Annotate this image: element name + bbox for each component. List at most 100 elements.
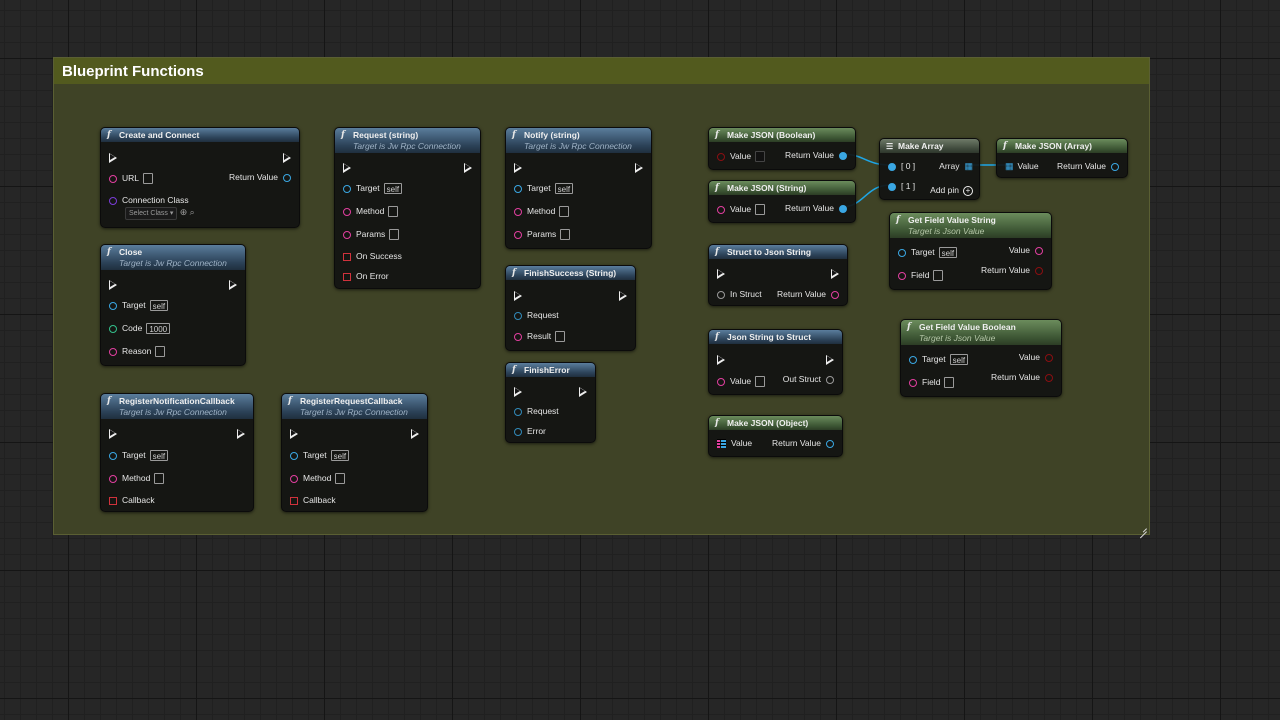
node-request-string[interactable]: f Request (string) Target is Jw Rpc Connec… <box>334 127 481 289</box>
resize-handle-icon[interactable] <box>1137 522 1147 532</box>
params-pin[interactable] <box>343 230 351 239</box>
out-struct-pin[interactable] <box>826 375 834 384</box>
exec-in-pin[interactable] <box>109 279 117 290</box>
field-pin[interactable] <box>909 378 917 387</box>
exec-in-pin[interactable] <box>109 428 117 439</box>
in-struct-pin[interactable] <box>717 290 725 299</box>
return-value-pin[interactable] <box>839 151 847 160</box>
target-pin[interactable] <box>109 451 117 460</box>
url-pin[interactable] <box>109 174 117 183</box>
node-notify-string[interactable]: f Notify (string) Target is Jw Rpc Connect… <box>505 127 652 249</box>
method-pin[interactable] <box>343 207 351 216</box>
target-input[interactable]: self <box>554 183 574 195</box>
exec-out-pin[interactable] <box>635 162 643 173</box>
array-pin-icon[interactable]: ▦ <box>964 161 973 171</box>
exec-in-pin[interactable] <box>717 268 725 279</box>
target-input[interactable]: self <box>938 247 958 259</box>
field-input[interactable] <box>944 377 955 389</box>
node-struct-to-json-string[interactable]: f Struct to Json String In Struct Return … <box>708 244 848 306</box>
use-selected-icon[interactable]: ⊕ <box>180 207 188 217</box>
browse-search-icon[interactable]: ⌕ <box>190 207 195 217</box>
node-make-array[interactable]: ☰ Make Array [ 0 ] Array ▦ [ 1 ] Add pin + <box>879 138 980 200</box>
value-pin[interactable] <box>717 377 725 386</box>
target-input[interactable]: self <box>949 354 969 366</box>
exec-out-pin[interactable] <box>619 290 627 301</box>
params-input[interactable] <box>389 229 400 241</box>
request-pin[interactable] <box>514 407 522 416</box>
exec-in-pin[interactable] <box>514 386 522 397</box>
node-register-request-callback[interactable]: f RegisterRequestCallback Target is Jw Rpc… <box>281 393 428 512</box>
node-make-json-boolean[interactable]: f Make JSON (Boolean) Value Return Value <box>708 127 856 170</box>
target-input[interactable]: self <box>330 450 350 462</box>
reason-input[interactable] <box>155 346 166 358</box>
exec-out-pin[interactable] <box>579 386 587 397</box>
target-pin[interactable] <box>898 248 906 257</box>
method-input[interactable] <box>388 206 399 218</box>
node-get-field-value-string[interactable]: f Get Field Value String Target is Json Va… <box>889 212 1052 290</box>
target-input[interactable]: self <box>149 450 169 462</box>
map-pin-icon[interactable] <box>717 439 726 449</box>
array-pin-icon[interactable]: ▦ <box>1005 161 1014 171</box>
node-get-field-value-boolean[interactable]: f Get Field Value Boolean Target is Json V… <box>900 319 1062 397</box>
node-finish-error[interactable]: f FinishError Request Error <box>505 362 596 443</box>
callback-pin[interactable] <box>109 496 117 505</box>
comment-header[interactable]: Blueprint Functions <box>54 58 1149 84</box>
url-input[interactable] <box>143 173 154 185</box>
node-make-json-object[interactable]: f Make JSON (Object) Value Return Value <box>708 415 843 457</box>
method-input[interactable] <box>559 206 570 218</box>
params-input[interactable] <box>560 229 571 241</box>
return-value-pin[interactable] <box>831 290 839 299</box>
error-pin[interactable] <box>514 427 522 436</box>
node-register-notification-callback[interactable]: f RegisterNotificationCallback Target is J… <box>100 393 254 512</box>
value-out-pin[interactable] <box>1035 246 1043 255</box>
method-input[interactable] <box>154 473 165 485</box>
node-close[interactable]: f Close Target is Jw Rpc Connection Target… <box>100 244 246 366</box>
select-class-dropdown[interactable]: Select Class ▾ <box>125 207 178 220</box>
exec-out-pin[interactable] <box>464 162 472 173</box>
node-make-json-string[interactable]: f Make JSON (String) Value Return Value <box>708 180 856 223</box>
add-pin-icon[interactable]: + <box>963 185 973 196</box>
value-checkbox[interactable] <box>755 151 766 163</box>
return-value-pin[interactable] <box>1045 373 1053 382</box>
return-value-pin[interactable] <box>1035 266 1043 275</box>
result-pin[interactable] <box>514 332 522 341</box>
return-value-pin[interactable] <box>1111 162 1119 171</box>
params-pin[interactable] <box>514 230 522 239</box>
exec-in-pin[interactable] <box>514 162 522 173</box>
node-make-json-array[interactable]: f Make JSON (Array) ▦ Value Return Value <box>996 138 1128 178</box>
method-input[interactable] <box>335 473 346 485</box>
return-value-pin[interactable] <box>839 204 847 213</box>
callback-pin[interactable] <box>290 496 298 505</box>
exec-in-pin[interactable] <box>290 428 298 439</box>
method-pin[interactable] <box>109 474 117 483</box>
target-pin[interactable] <box>290 451 298 460</box>
connection-class-pin[interactable] <box>109 196 117 205</box>
target-pin[interactable] <box>514 184 522 193</box>
exec-in-pin[interactable] <box>514 290 522 301</box>
exec-out-pin[interactable] <box>237 428 245 439</box>
exec-out-pin[interactable] <box>831 268 839 279</box>
code-pin[interactable] <box>109 324 117 333</box>
field-pin[interactable] <box>898 271 906 280</box>
exec-in-pin[interactable] <box>717 354 725 365</box>
target-pin[interactable] <box>909 355 917 364</box>
target-pin[interactable] <box>343 184 351 193</box>
exec-in-pin[interactable] <box>109 152 117 163</box>
method-pin[interactable] <box>290 474 298 483</box>
reason-pin[interactable] <box>109 347 117 356</box>
on-success-pin[interactable] <box>343 252 351 261</box>
value-input[interactable] <box>755 204 766 216</box>
return-value-pin[interactable] <box>826 439 834 448</box>
code-input[interactable]: 1000 <box>146 323 171 335</box>
exec-out-pin[interactable] <box>229 279 237 290</box>
exec-out-pin[interactable] <box>283 152 291 163</box>
value-pin[interactable] <box>717 152 725 161</box>
index1-pin[interactable] <box>888 182 896 191</box>
result-input[interactable] <box>555 331 566 343</box>
return-value-pin[interactable] <box>283 173 291 182</box>
request-pin[interactable] <box>514 311 522 320</box>
target-pin[interactable] <box>109 301 117 310</box>
node-create-and-connect[interactable]: f Create and Connect URL Return Value Con… <box>100 127 300 228</box>
node-json-string-to-struct[interactable]: f Json String to Struct Value Out Struct <box>708 329 843 395</box>
method-pin[interactable] <box>514 207 522 216</box>
